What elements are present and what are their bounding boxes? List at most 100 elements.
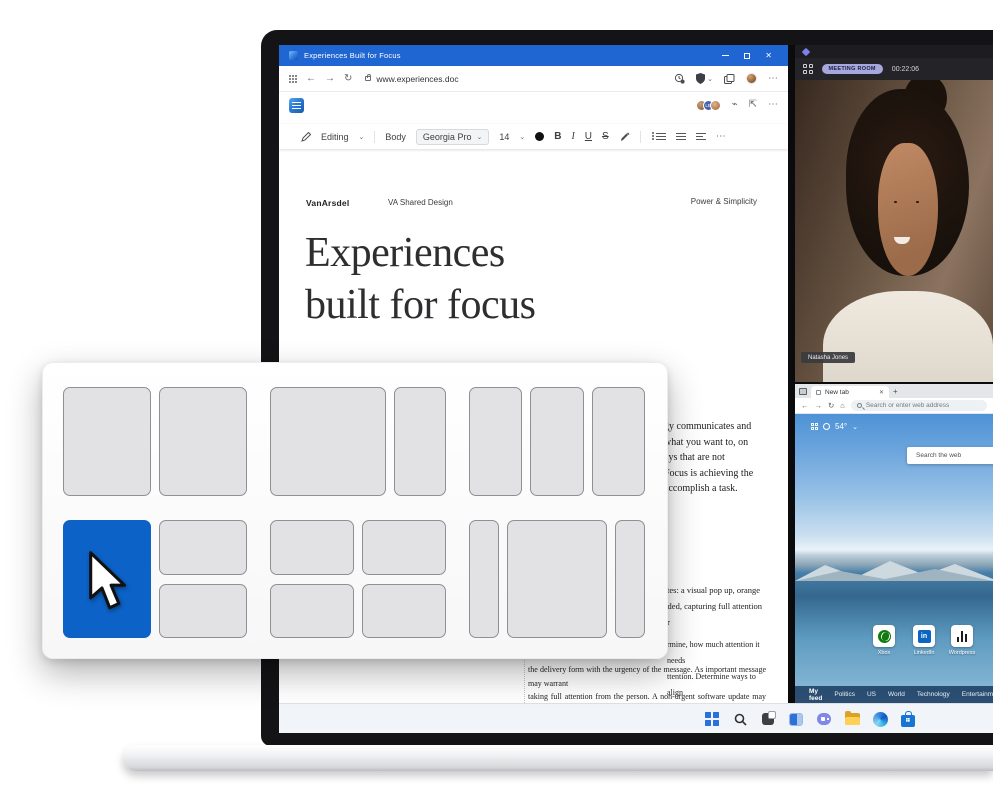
more-icon[interactable]: ⋯ xyxy=(768,74,778,84)
italic-button[interactable]: I xyxy=(571,131,574,142)
snap-cell[interactable] xyxy=(615,520,645,638)
snap-cell[interactable] xyxy=(63,387,151,496)
profile-avatar[interactable] xyxy=(746,73,757,84)
quick-link-wordpress[interactable]: Wordpress xyxy=(945,625,979,656)
toolbar-more-icon[interactable]: ⋯ xyxy=(716,132,726,142)
marketing-screenshot: Experiences Built for Focus ✕ ← → ↻ www.… xyxy=(0,0,993,794)
chat-button[interactable] xyxy=(815,710,833,728)
size-chevron-icon[interactable]: ⌄ xyxy=(519,133,525,141)
weather-widget[interactable]: 54° ⌄ xyxy=(811,422,858,431)
widgets-button[interactable] xyxy=(787,710,805,728)
snap-cell[interactable] xyxy=(469,520,499,638)
feed-tab-politics[interactable]: Politics xyxy=(834,691,855,698)
align-icon[interactable] xyxy=(696,133,706,140)
snap-cell[interactable] xyxy=(362,584,446,638)
word-titlebar-icon xyxy=(289,51,298,60)
snap-option-grid-2x2[interactable] xyxy=(270,520,446,638)
quick-link-linkedin[interactable]: in LinkedIn xyxy=(907,625,941,656)
taskbar xyxy=(279,703,993,733)
forward-icon[interactable]: → xyxy=(325,74,335,84)
feed-tab-world[interactable]: World xyxy=(888,691,905,698)
edge-forward-icon[interactable]: → xyxy=(815,401,823,410)
shield-chevron-icon[interactable]: ⌄ xyxy=(707,75,713,83)
snap-cell[interactable] xyxy=(469,387,522,496)
snap-option-two-columns-wide-left[interactable] xyxy=(270,387,446,496)
gallery-view-icon[interactable] xyxy=(803,64,813,74)
reload-icon[interactable]: ↻ xyxy=(344,74,352,84)
edge-back-icon[interactable]: ← xyxy=(801,401,809,410)
minimize-button[interactable] xyxy=(722,55,729,56)
address-bar[interactable]: www.experiences.doc xyxy=(365,74,458,84)
close-tab-icon[interactable]: ✕ xyxy=(879,389,884,396)
doc-brand-logo: VanArsdel xyxy=(306,198,349,208)
apps-grid-icon[interactable] xyxy=(289,75,297,83)
numbered-list-icon[interactable] xyxy=(676,133,686,140)
browser-nav-bar: ← → ↻ www.experiences.doc ⌄ ⋯ xyxy=(279,66,788,92)
tab-actions-icon[interactable] xyxy=(799,388,807,395)
edge-button[interactable] xyxy=(871,710,889,728)
editing-chevron-icon[interactable]: ⌄ xyxy=(359,133,365,141)
teams-meeting-bar: Meeting room 00:22:06 xyxy=(795,58,993,80)
snap-option-three-columns-equal[interactable] xyxy=(469,387,645,496)
quick-link-xbox[interactable]: Xbox xyxy=(867,625,901,656)
strikethrough-button[interactable]: S xyxy=(602,131,609,142)
teams-window: Meeting room 00:22:06 Natasha Jones xyxy=(795,45,993,382)
search-button[interactable] xyxy=(731,710,749,728)
file-explorer-button[interactable] xyxy=(843,710,861,728)
feed-tab-my-feed[interactable]: My feed xyxy=(809,688,822,702)
bulleted-list-icon[interactable] xyxy=(656,133,666,140)
font-size-dropdown[interactable]: 14 xyxy=(499,132,509,142)
snap-cell[interactable] xyxy=(507,520,607,638)
tab-favicon xyxy=(816,390,821,395)
snap-cell[interactable] xyxy=(362,520,446,574)
underline-button[interactable]: U xyxy=(585,131,592,142)
editing-mode-dropdown[interactable]: Editing xyxy=(321,132,349,142)
highlighter-icon[interactable] xyxy=(619,131,630,142)
edge-reload-icon[interactable]: ↻ xyxy=(828,401,834,410)
edge-toolbar: ← → ↻ ⌂ Search or enter web address xyxy=(795,398,993,414)
doc-header-tagline: Power & Simplicity xyxy=(691,197,757,206)
snap-cell[interactable] xyxy=(159,584,247,638)
collections-icon[interactable] xyxy=(724,74,735,84)
new-tab-icon[interactable]: + xyxy=(893,387,898,396)
snap-cell[interactable] xyxy=(270,584,354,638)
style-dropdown[interactable]: Body xyxy=(385,132,406,142)
lock-icon xyxy=(365,76,371,81)
alarm-icon[interactable] xyxy=(674,73,685,84)
shield-icon[interactable] xyxy=(696,73,705,84)
snap-option-three-columns-wide-center[interactable] xyxy=(469,520,645,638)
task-view-button[interactable] xyxy=(759,710,777,728)
store-button[interactable] xyxy=(899,710,917,728)
collaborator-avatars[interactable]: LB xyxy=(696,100,721,111)
feed-tab-technology[interactable]: Technology xyxy=(917,691,950,698)
feed-tab-us[interactable]: US xyxy=(867,691,876,698)
snap-cell[interactable] xyxy=(159,520,247,574)
font-name-dropdown[interactable]: Georgia Pro ⌄ xyxy=(416,129,489,145)
start-button[interactable] xyxy=(703,710,721,728)
snap-cell[interactable] xyxy=(530,387,583,496)
tab-new-tab[interactable]: New tab ✕ xyxy=(811,386,889,398)
snap-layouts-flyout xyxy=(42,362,668,659)
edge-window: New tab ✕ + ← → ↻ ⌂ Search or enter web … xyxy=(795,384,993,703)
word-app-icon[interactable] xyxy=(289,98,304,113)
snap-cell[interactable] xyxy=(159,387,247,496)
snap-cell[interactable] xyxy=(394,387,446,496)
edge-home-icon[interactable]: ⌂ xyxy=(840,401,845,410)
font-color-icon[interactable] xyxy=(535,132,544,141)
bold-button[interactable]: B xyxy=(554,131,561,142)
snap-cell[interactable] xyxy=(270,387,386,496)
ribbon-more-icon[interactable]: ⋯ xyxy=(768,100,778,110)
activity-icon[interactable]: ⌁ xyxy=(732,100,738,110)
maximize-button[interactable] xyxy=(744,53,750,59)
snap-option-two-columns-equal[interactable] xyxy=(63,387,247,496)
close-button[interactable]: ✕ xyxy=(765,52,772,60)
font-chevron-icon: ⌄ xyxy=(476,133,482,141)
mouse-cursor xyxy=(86,550,132,612)
share-icon[interactable]: ⇱ xyxy=(749,100,757,110)
edge-address-bar[interactable]: Search or enter web address xyxy=(851,400,987,411)
back-icon[interactable]: ← xyxy=(306,74,316,84)
bing-search-box[interactable]: Search the web xyxy=(907,447,993,464)
snap-cell[interactable] xyxy=(270,520,354,574)
feed-tab-entertainment[interactable]: Entertainment xyxy=(962,691,993,698)
snap-cell[interactable] xyxy=(592,387,645,496)
